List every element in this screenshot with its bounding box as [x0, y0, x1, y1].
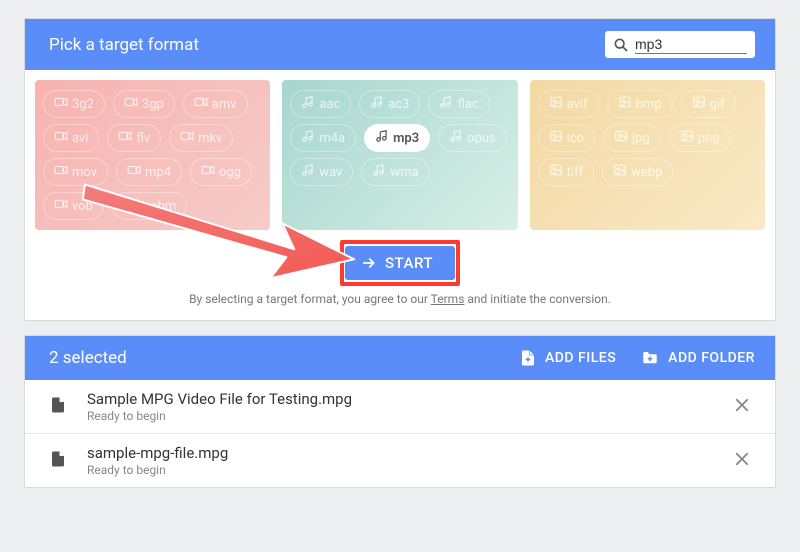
format-ogg[interactable]: ogg: [190, 158, 252, 186]
format-webm[interactable]: webm: [112, 192, 187, 220]
video-icon: [118, 129, 132, 147]
format-gif[interactable]: gif: [681, 90, 736, 118]
image-icon: [549, 129, 563, 147]
format-avi[interactable]: avi: [43, 124, 99, 152]
format-picker-panel: Pick a target format 3g2 3gp amv aviflvmkv m…: [24, 18, 776, 321]
format-ico[interactable]: ico: [538, 124, 595, 152]
video-icon: [54, 129, 68, 147]
picker-header: Pick a target format: [25, 19, 775, 70]
audio-icon: [301, 95, 315, 113]
format-3gp[interactable]: 3gp: [113, 90, 175, 118]
file-status: Ready to begin: [87, 463, 729, 477]
format-avif[interactable]: avif: [538, 90, 599, 118]
start-row: START: [25, 236, 775, 286]
format-m4a[interactable]: m4a: [290, 124, 356, 152]
format-bmp[interactable]: bmp: [607, 90, 673, 118]
close-icon: [733, 396, 751, 414]
format-ac3[interactable]: ac3: [359, 90, 420, 118]
remove-file-button[interactable]: [729, 446, 755, 476]
image-icon: [549, 95, 563, 113]
terms-link[interactable]: Terms: [431, 292, 465, 306]
format-amv[interactable]: amv: [183, 90, 248, 118]
search-icon: [613, 37, 629, 53]
card-image[interactable]: avifbmpgif icojpgpng tiff webp: [530, 80, 765, 230]
format-mp4[interactable]: mp4: [116, 158, 182, 186]
audio-icon: [372, 163, 386, 181]
audio-icon: [375, 129, 389, 147]
image-icon: [692, 95, 706, 113]
video-icon: [194, 95, 208, 113]
format-wav[interactable]: wav: [290, 158, 353, 186]
audio-icon: [301, 163, 315, 181]
search-box[interactable]: [605, 31, 755, 58]
video-icon: [54, 197, 68, 215]
audio-icon: [449, 129, 463, 147]
file-list: Sample MPG Video File for Testing.mpgRea…: [25, 380, 775, 487]
file-name: sample-mpg-file.mpg: [87, 444, 729, 462]
format-mov[interactable]: mov: [43, 158, 108, 186]
file-name: Sample MPG Video File for Testing.mpg: [87, 390, 729, 408]
audio-icon: [439, 95, 453, 113]
format-wma[interactable]: wma: [361, 158, 429, 186]
format-jpg[interactable]: jpg: [603, 124, 661, 152]
format-flv[interactable]: flv: [107, 124, 161, 152]
terms-text: By selecting a target format, you agree …: [25, 286, 775, 320]
file-status: Ready to begin: [87, 409, 729, 423]
audio-icon: [301, 129, 315, 147]
close-icon: [733, 450, 751, 468]
image-icon: [613, 163, 627, 181]
add-files-button[interactable]: ADD FILES: [519, 349, 616, 367]
format-flac[interactable]: flac: [428, 90, 489, 118]
search-input[interactable]: [635, 35, 747, 54]
video-icon: [124, 95, 138, 113]
image-icon: [549, 163, 563, 181]
image-icon: [680, 129, 694, 147]
format-3g2[interactable]: 3g2: [43, 90, 105, 118]
file-icon: [49, 396, 67, 418]
format-tiff[interactable]: tiff: [538, 158, 594, 186]
image-icon: [618, 95, 632, 113]
picker-title: Pick a target format: [49, 35, 199, 55]
format-opus[interactable]: opus: [438, 124, 507, 152]
card-audio[interactable]: aac ac3 flac m4a mp3 opus wavwma: [282, 80, 517, 230]
selected-count: 2 selected: [49, 348, 495, 368]
video-icon: [54, 163, 68, 181]
format-webp[interactable]: webp: [602, 158, 673, 186]
format-mkv[interactable]: mkv: [169, 124, 233, 152]
format-vob[interactable]: vob: [43, 192, 104, 220]
format-card-row: 3g2 3gp amv aviflvmkv mov mp4 ogg vobwebm aacac…: [25, 70, 775, 236]
file-row[interactable]: Sample MPG Video File for Testing.mpgRea…: [25, 380, 775, 434]
video-icon: [127, 163, 141, 181]
folder-plus-icon: [640, 349, 660, 367]
file-row[interactable]: sample-mpg-file.mpgReady to begin: [25, 434, 775, 487]
image-icon: [614, 129, 628, 147]
add-folder-button[interactable]: ADD FOLDER: [640, 349, 755, 367]
files-panel: 2 selected ADD FILES ADD FOLDER Sample M…: [24, 335, 776, 488]
audio-icon: [370, 95, 384, 113]
video-icon: [54, 95, 68, 113]
card-video[interactable]: 3g2 3gp amv aviflvmkv mov mp4 ogg vobwebm: [35, 80, 270, 230]
arrow-right-icon: [361, 255, 377, 271]
video-icon: [201, 163, 215, 181]
video-icon: [123, 197, 137, 215]
format-png[interactable]: png: [669, 124, 731, 152]
file-icon: [49, 450, 67, 472]
files-header: 2 selected ADD FILES ADD FOLDER: [25, 336, 775, 380]
start-label: START: [385, 254, 433, 272]
file-plus-icon: [519, 349, 537, 367]
remove-file-button[interactable]: [729, 392, 755, 422]
format-aac[interactable]: aac: [290, 90, 351, 118]
start-button[interactable]: START: [345, 246, 455, 280]
video-icon: [180, 129, 194, 147]
format-mp3[interactable]: mp3: [364, 124, 430, 152]
